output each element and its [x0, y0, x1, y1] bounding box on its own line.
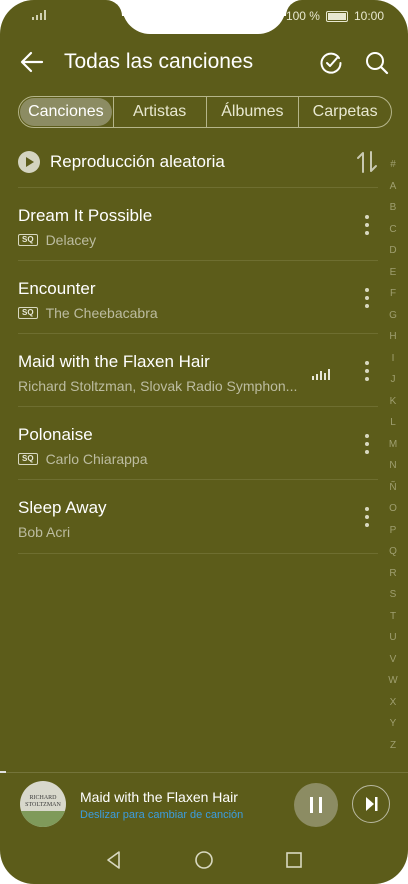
back-arrow-icon[interactable] [18, 48, 46, 76]
sq-badge: SQ [18, 234, 38, 246]
mini-progress-bar [0, 771, 6, 773]
song-artist: Bob Acri [18, 524, 71, 540]
tab-albumes[interactable]: Álbumes [205, 97, 299, 127]
signal-icon [32, 10, 46, 20]
song-row-3[interactable]: Maid with the Flaxen Hair Richard Stoltz… [18, 334, 378, 406]
album-art[interactable]: RICHARD STOLTZMAN [20, 781, 66, 827]
index-letter[interactable]: G [388, 305, 398, 327]
status-right: 100 % 10:00 [286, 9, 384, 23]
clock: 10:00 [353, 9, 384, 23]
index-letter[interactable]: T [388, 606, 398, 628]
index-letter[interactable]: O [388, 498, 398, 520]
index-letter[interactable]: R [388, 563, 398, 585]
song-subtitle: Bob Acri [18, 524, 70, 540]
mini-player[interactable]: RICHARD STOLTZMAN Maid with the Flaxen H… [0, 771, 408, 837]
song-artist: Richard Stoltzman, Slovak Radio Symphon.… [18, 378, 298, 394]
alphabet-index[interactable]: # A B C D E F G H I J K L M N Ñ O P Q R S T U V W X Y Z [388, 154, 398, 756]
song-artist: Delacey [45, 232, 97, 248]
app-bar: Todas las canciones [0, 38, 408, 88]
song-artist: The Cheebacabra [45, 305, 158, 321]
page-title: Todas las canciones [64, 50, 254, 73]
index-letter[interactable]: Y [388, 713, 398, 735]
divider [18, 553, 378, 554]
index-letter[interactable]: V [388, 649, 398, 671]
category-tabs: Canciones Artistas Álbumes Carpetas [18, 96, 392, 128]
index-letter[interactable]: B [388, 197, 398, 219]
tab-artistas[interactable]: Artistas [112, 97, 206, 127]
sq-badge: SQ [18, 307, 38, 319]
more-vert-icon[interactable] [364, 287, 370, 309]
index-letter[interactable]: H [388, 326, 398, 348]
album-art-text: RICHARD STOLTZMAN [25, 795, 61, 808]
play-circle-icon [18, 151, 40, 173]
more-vert-icon[interactable] [364, 360, 370, 382]
song-title: Dream It Possible [18, 206, 153, 225]
album-art-landscape [20, 811, 66, 827]
index-letter[interactable]: X [388, 692, 398, 714]
song-title: Sleep Away [18, 498, 107, 517]
skip-next-icon [366, 797, 378, 811]
index-letter[interactable]: P [388, 520, 398, 542]
song-artist: Carlo Chiarappa [45, 451, 148, 467]
sort-icon[interactable] [356, 150, 378, 174]
index-letter[interactable]: K [388, 391, 398, 413]
index-letter[interactable]: C [388, 219, 398, 241]
next-track-button[interactable] [352, 785, 390, 823]
song-subtitle: Richard Stoltzman, Slovak Radio Symphon.… [18, 378, 297, 394]
index-letter[interactable]: J [388, 369, 398, 391]
nav-back-icon[interactable] [104, 850, 124, 870]
index-letter[interactable]: A [388, 176, 398, 198]
tab-carpetas[interactable]: Carpetas [298, 97, 391, 127]
index-letter[interactable]: L [388, 412, 398, 434]
pause-button[interactable] [294, 783, 338, 827]
index-letter[interactable]: N [388, 455, 398, 477]
shuffle-label: Reproducción aleatoria [50, 152, 225, 171]
refresh-check-icon[interactable] [318, 50, 344, 76]
mini-player-title: Maid with the Flaxen Hair [80, 789, 238, 805]
index-letter[interactable]: Q [388, 541, 398, 563]
shuffle-row[interactable]: Reproducción aleatoria [18, 148, 378, 176]
song-row-4[interactable]: Polonaise SQ Carlo Chiarappa [18, 407, 378, 479]
song-row-2[interactable]: Encounter SQ The Cheebacabra [18, 261, 378, 333]
tab-canciones[interactable]: Canciones [20, 98, 112, 126]
index-letter[interactable]: Z [388, 735, 398, 757]
now-playing-equalizer-icon [312, 369, 330, 380]
more-vert-icon[interactable] [364, 433, 370, 455]
battery-percent: 100 % [285, 9, 320, 23]
more-vert-icon[interactable] [364, 214, 370, 236]
index-letter[interactable]: I [388, 348, 398, 370]
system-nav-bar [0, 836, 408, 884]
song-subtitle: SQ Carlo Chiarappa [18, 451, 148, 467]
index-letter[interactable]: M [388, 434, 398, 456]
pause-icon [310, 797, 322, 813]
battery-icon [325, 10, 348, 22]
camera-notch [122, 0, 286, 34]
sq-badge: SQ [18, 453, 38, 465]
song-title: Polonaise [18, 425, 93, 444]
song-row-1[interactable]: Dream It Possible SQ Delacey [18, 188, 378, 260]
search-icon[interactable] [364, 50, 390, 76]
mini-player-hint: Deslizar para cambiar de canción [80, 809, 244, 821]
index-letter[interactable]: W [388, 670, 398, 692]
song-row-5[interactable]: Sleep Away Bob Acri [18, 480, 378, 552]
song-subtitle: SQ The Cheebacabra [18, 305, 158, 321]
index-letter[interactable]: E [388, 262, 398, 284]
nav-recents-icon[interactable] [284, 850, 304, 870]
index-letter[interactable]: D [388, 240, 398, 262]
index-letter[interactable]: # [388, 154, 398, 176]
nav-home-icon[interactable] [194, 850, 214, 870]
index-letter[interactable]: S [388, 584, 398, 606]
song-subtitle: SQ Delacey [18, 232, 96, 248]
phone-screen: 100 % 10:00 Todas las canciones Cancione… [0, 0, 408, 884]
song-title: Encounter [18, 279, 96, 298]
song-title: Maid with the Flaxen Hair [18, 352, 210, 371]
index-letter[interactable]: U [388, 627, 398, 649]
more-vert-icon[interactable] [364, 506, 370, 528]
index-letter[interactable]: F [388, 283, 398, 305]
index-letter[interactable]: Ñ [388, 477, 398, 499]
